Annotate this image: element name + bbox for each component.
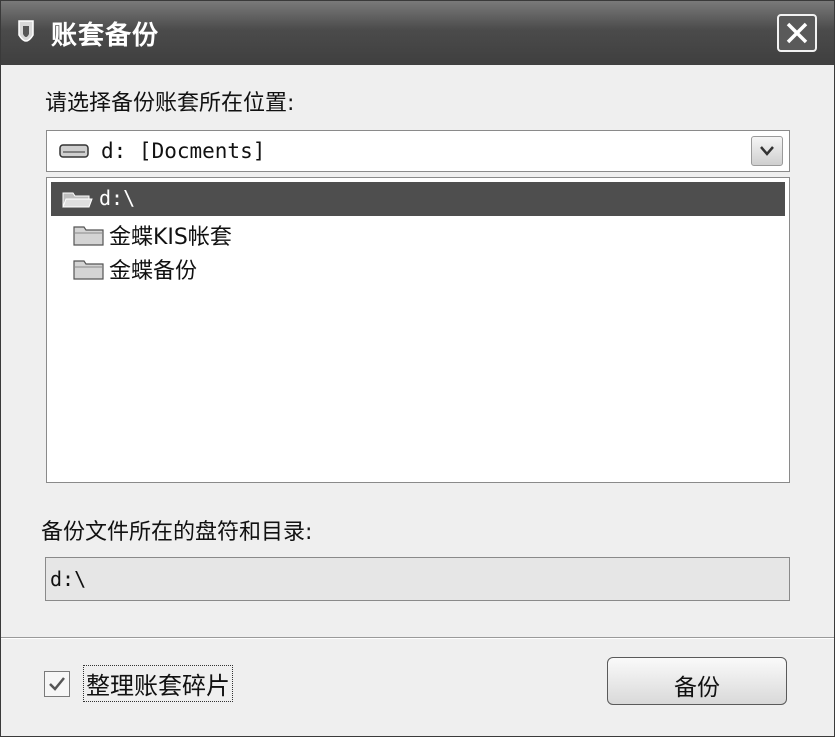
title-bar: 账套备份	[1, 1, 834, 65]
app-icon	[18, 20, 34, 42]
backup-button[interactable]: 备份	[607, 657, 787, 705]
drive-icon	[59, 144, 89, 158]
target-label: 备份文件所在的盘符和目录:	[41, 520, 313, 545]
backup-dialog: 账套备份 请选择备份账套所在位置: d: [Docments] d:\ 金蝶KI…	[0, 0, 835, 737]
tree-root-label: d:\	[99, 186, 136, 210]
tree-item-folder[interactable]: 金蝶备份	[69, 250, 469, 284]
backup-button-label: 备份	[674, 675, 720, 701]
drive-select[interactable]: d: [Docments]	[46, 130, 790, 172]
close-button[interactable]	[777, 14, 817, 52]
folder-label: 金蝶KIS帐套	[109, 225, 232, 250]
defrag-label[interactable]: 整理账套碎片	[83, 665, 233, 702]
defrag-checkbox[interactable]	[44, 671, 70, 697]
checkmark-icon	[49, 677, 65, 691]
folder-icon	[73, 260, 104, 280]
close-icon	[786, 22, 808, 44]
divider	[1, 637, 834, 639]
chevron-down-icon	[760, 146, 774, 156]
drive-value: d: [Docments]	[101, 139, 266, 163]
location-label: 请选择备份账套所在位置:	[45, 91, 295, 116]
tree-item-root[interactable]: d:\	[51, 182, 785, 216]
window-title: 账套备份	[51, 21, 160, 51]
target-path-field[interactable]: d:\	[45, 557, 790, 601]
dropdown-button[interactable]	[751, 136, 783, 166]
tree-item-folder[interactable]: 金蝶KIS帐套	[69, 216, 469, 250]
open-folder-icon	[62, 192, 93, 208]
folder-label: 金蝶备份	[109, 259, 198, 284]
directory-tree[interactable]: d:\ 金蝶KIS帐套 金蝶备份	[46, 177, 790, 483]
folder-icon	[73, 226, 104, 246]
target-path-value: d:\	[50, 567, 87, 591]
